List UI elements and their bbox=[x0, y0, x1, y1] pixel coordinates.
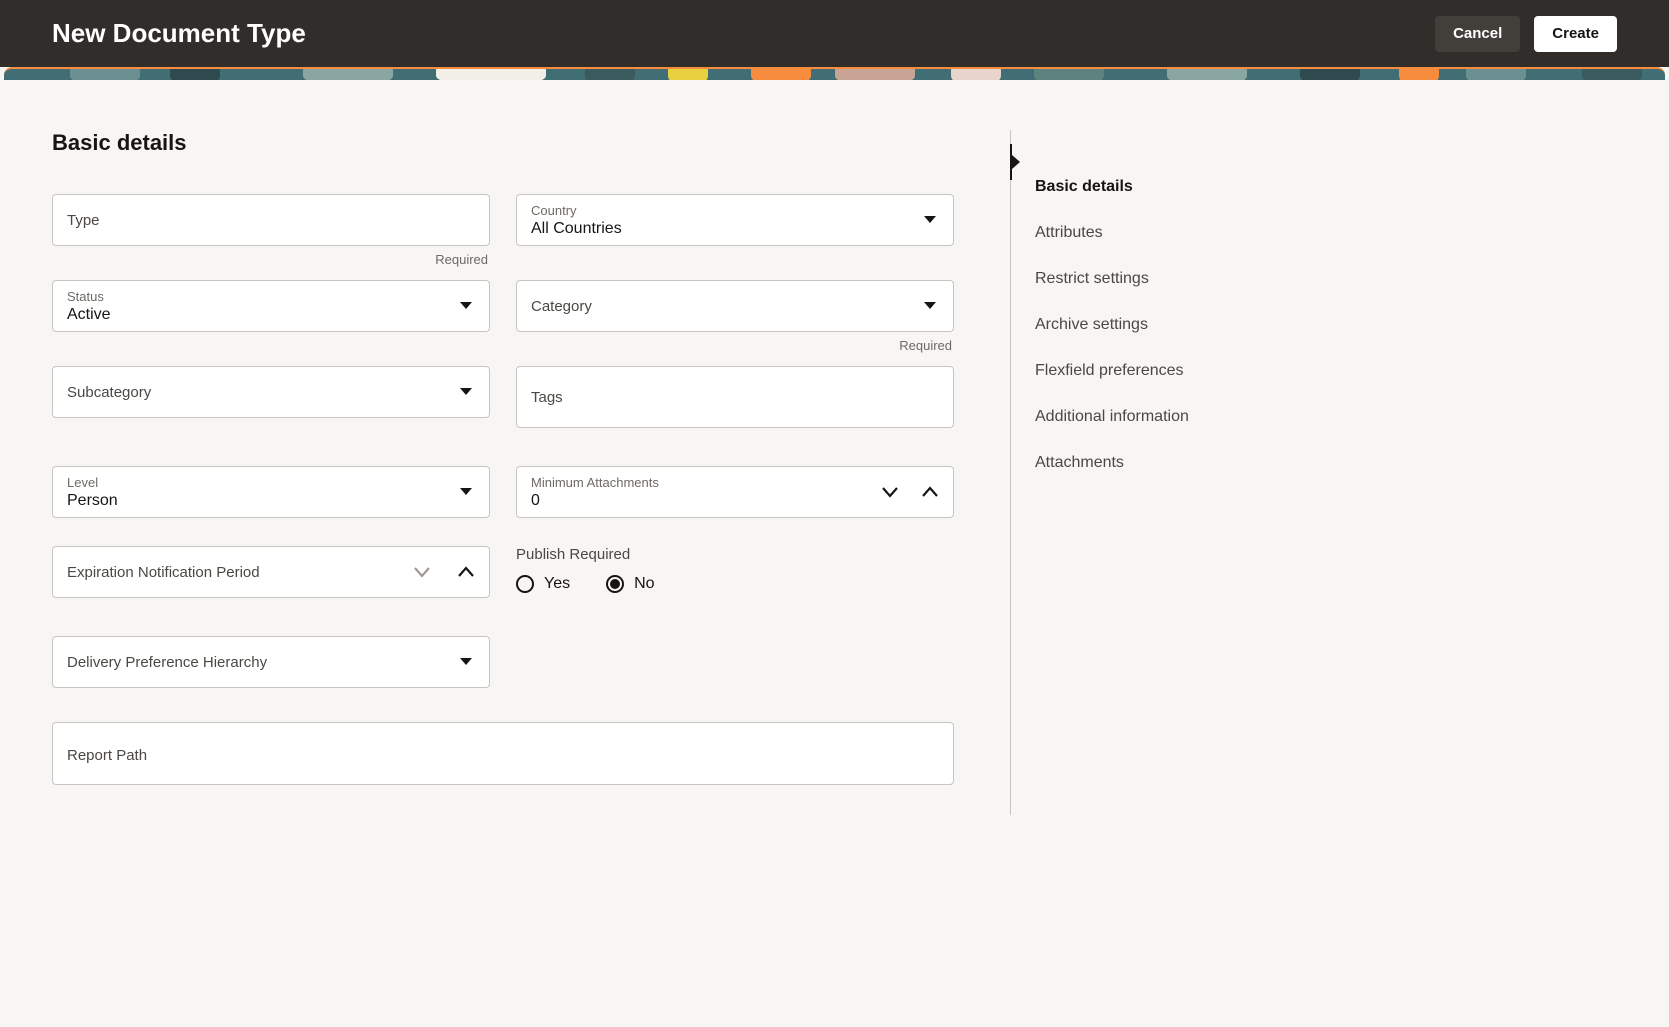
page-title: New Document Type bbox=[52, 18, 306, 49]
type-field[interactable]: Type bbox=[52, 194, 490, 246]
section-nav: Basic details Attributes Restrict settin… bbox=[1010, 130, 1370, 815]
country-select[interactable]: Country All Countries bbox=[516, 194, 954, 246]
category-label: Category bbox=[531, 298, 939, 315]
stepper-decrement-icon[interactable] bbox=[409, 562, 435, 582]
level-value: Person bbox=[67, 492, 475, 510]
header-actions: Cancel Create bbox=[1435, 16, 1617, 52]
radio-icon bbox=[516, 575, 534, 593]
stepper-increment-icon[interactable] bbox=[453, 562, 479, 582]
sidenav-item-attachments[interactable]: Attachments bbox=[1011, 440, 1370, 486]
sidenav-item-attributes[interactable]: Attributes bbox=[1011, 210, 1370, 256]
subcategory-label: Subcategory bbox=[67, 384, 475, 401]
sidenav-item-additional-information[interactable]: Additional information bbox=[1011, 394, 1370, 440]
create-button[interactable]: Create bbox=[1534, 16, 1617, 52]
page-header: New Document Type Cancel Create bbox=[0, 0, 1669, 67]
status-value: Active bbox=[67, 306, 475, 324]
expiration-notification-period-stepper[interactable]: Expiration Notification Period bbox=[52, 546, 490, 598]
radio-label-no: No bbox=[634, 575, 654, 593]
category-required-hint: Required bbox=[516, 338, 954, 356]
caret-down-icon bbox=[923, 301, 937, 311]
caret-down-icon bbox=[459, 387, 473, 397]
section-title: Basic details bbox=[52, 130, 958, 156]
publish-required-radio-group: Yes No bbox=[516, 575, 954, 593]
subcategory-select[interactable]: Subcategory bbox=[52, 366, 490, 418]
level-select[interactable]: Level Person bbox=[52, 466, 490, 518]
radio-icon bbox=[606, 575, 624, 593]
sidenav-item-basic-details[interactable]: Basic details bbox=[1011, 164, 1370, 210]
level-label: Level bbox=[67, 475, 475, 490]
stepper-increment-icon[interactable] bbox=[917, 482, 943, 502]
caret-down-icon bbox=[459, 487, 473, 497]
radio-label-yes: Yes bbox=[544, 575, 570, 593]
publish-required-yes-radio[interactable]: Yes bbox=[516, 575, 570, 593]
country-label: Country bbox=[531, 203, 939, 218]
stepper-decrement-icon[interactable] bbox=[877, 482, 903, 502]
report-path-label: Report Path bbox=[67, 747, 147, 764]
tags-field[interactable]: Tags bbox=[516, 366, 954, 428]
status-select[interactable]: Status Active bbox=[52, 280, 490, 332]
tags-label: Tags bbox=[531, 389, 939, 406]
country-value: All Countries bbox=[531, 220, 939, 238]
type-label: Type bbox=[67, 212, 475, 229]
category-select[interactable]: Category bbox=[516, 280, 954, 332]
sidenav-item-restrict-settings[interactable]: Restrict settings bbox=[1011, 256, 1370, 302]
caret-down-icon bbox=[923, 215, 937, 225]
sidenav-item-archive-settings[interactable]: Archive settings bbox=[1011, 302, 1370, 348]
delivery-preference-hierarchy-label: Delivery Preference Hierarchy bbox=[67, 654, 475, 671]
status-label: Status bbox=[67, 289, 475, 304]
minimum-attachments-stepper[interactable]: Minimum Attachments 0 bbox=[516, 466, 954, 518]
caret-down-icon bbox=[459, 301, 473, 311]
report-path-field[interactable]: Report Path bbox=[52, 722, 954, 785]
decorative-banner bbox=[4, 67, 1665, 80]
cancel-button[interactable]: Cancel bbox=[1435, 16, 1520, 52]
delivery-preference-hierarchy-select[interactable]: Delivery Preference Hierarchy bbox=[52, 636, 490, 688]
caret-down-icon bbox=[459, 657, 473, 667]
sidenav-item-flexfield-preferences[interactable]: Flexfield preferences bbox=[1011, 348, 1370, 394]
publish-required-no-radio[interactable]: No bbox=[606, 575, 654, 593]
publish-required-label: Publish Required bbox=[516, 546, 954, 563]
active-indicator-icon bbox=[1010, 144, 1012, 180]
type-required-hint: Required bbox=[52, 252, 490, 270]
